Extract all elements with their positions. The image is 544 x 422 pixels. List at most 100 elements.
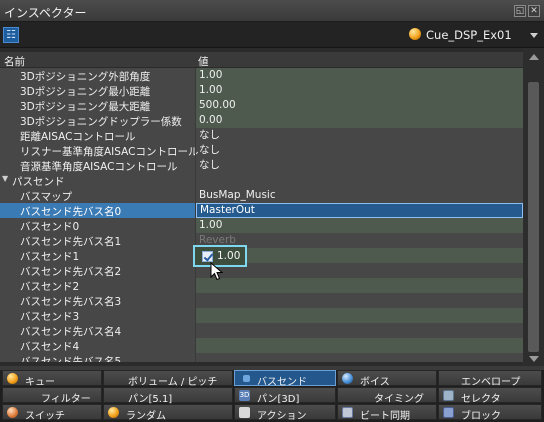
property-value[interactable]: 1.00 — [196, 68, 523, 83]
tab-cue[interactable]: キュー — [2, 370, 102, 388]
tab-beat-sync[interactable]: ビート同期 — [337, 404, 437, 422]
tab-switch[interactable]: スイッチ — [2, 404, 102, 422]
tab-pan-3d[interactable]: 3D パン[3D] — [234, 387, 336, 405]
bus-send-icon — [243, 375, 250, 382]
property-name: 3Dポジショニング最小距離 — [20, 86, 151, 98]
tab-bus-send[interactable]: バスセンド — [234, 370, 336, 388]
property-name: バスセンド先バス名3 — [20, 296, 122, 308]
property-row[interactable]: バスセンド1 — [0, 248, 523, 263]
property-name: 3Dポジショニング最大距離 — [20, 101, 151, 113]
property-grid: 3Dポジショニング外部角度 1.00 3Dポジショニング最小距離 1.00 3D… — [0, 68, 523, 362]
property-row[interactable]: バスセンド3 — [0, 308, 523, 323]
property-name: バスセンド0 — [20, 221, 80, 233]
property-value[interactable] — [196, 278, 523, 293]
scroll-down-arrow-icon[interactable] — [529, 356, 539, 362]
vertical-scrollbar[interactable] — [523, 48, 544, 366]
property-row[interactable]: 音源基準角度AISACコントロール なし — [0, 158, 523, 173]
blue-orb-icon — [342, 373, 353, 384]
property-row[interactable]: 距離AISACコントロール なし — [0, 128, 523, 143]
random-icon — [108, 407, 119, 418]
collapse-triangle-icon[interactable]: ▼ — [2, 174, 8, 183]
property-row[interactable]: バスセンド先バス名5 — [0, 353, 523, 362]
cue-orb-icon — [409, 28, 421, 40]
mouse-cursor-icon — [210, 262, 224, 281]
property-name: 3Dポジショニングドップラー係数 — [20, 116, 182, 128]
block-icon — [443, 407, 454, 418]
property-value[interactable]: 1.00 — [196, 83, 523, 98]
property-name: バスセンド1 — [20, 251, 80, 263]
property-name: バスセンド先バス名4 — [20, 326, 122, 338]
tab-selector[interactable]: セレクタ — [438, 387, 542, 405]
property-value[interactable]: 500.00 — [196, 98, 523, 113]
orange-orb-icon — [7, 373, 18, 384]
property-value[interactable] — [196, 323, 523, 338]
chevron-down-icon[interactable] — [530, 33, 538, 38]
tab-timing[interactable]: タイミング — [337, 387, 437, 405]
column-header-name[interactable]: 名前 — [4, 54, 25, 69]
property-name: バスセンド先バス名0 — [20, 206, 122, 218]
property-row[interactable]: バスセンド4 — [0, 338, 523, 353]
property-row[interactable]: バスマップ BusMap_Music — [0, 188, 523, 203]
property-name: 3Dポジショニング外部角度 — [20, 71, 151, 83]
property-value[interactable]: BusMap_Music — [196, 188, 523, 203]
property-row[interactable]: 3Dポジショニング外部角度 1.00 — [0, 68, 523, 83]
property-row[interactable]: リスナー基準角度AISACコントロール なし — [0, 143, 523, 158]
property-value[interactable] — [196, 308, 523, 323]
property-row[interactable]: 3Dポジショニングドップラー係数 0.00 — [0, 113, 523, 128]
inspector-tab-bar: キュー ボリューム / ピッチ バスセンド ボイス エンベロープ フィルター パ… — [0, 370, 544, 422]
property-name: バスセンド2 — [20, 281, 80, 293]
float-window-icon[interactable]: ◱ — [514, 5, 526, 17]
property-row[interactable]: バスセンド2 — [0, 278, 523, 293]
property-row-selected[interactable]: バスセンド先バス名0 MasterOut — [0, 203, 523, 218]
tab-random[interactable]: ランダム — [103, 404, 233, 422]
property-value[interactable]: 0.00 — [196, 113, 523, 128]
property-row[interactable]: バスセンド先バス名2 — [0, 263, 523, 278]
property-row[interactable]: バスセンド先バス名3 — [0, 293, 523, 308]
beat-sync-icon — [342, 407, 353, 418]
property-value[interactable]: なし — [196, 158, 523, 173]
property-value[interactable]: 1.00 — [196, 218, 523, 233]
tab-volume-pitch[interactable]: ボリューム / ピッチ — [103, 370, 233, 388]
category-row-bus-send[interactable]: ▼ パスセンド — [0, 173, 523, 188]
property-name: バスセンド先バス名2 — [20, 266, 122, 278]
tab-pan-5-1[interactable]: パン[5.1] — [103, 387, 233, 405]
property-name: バスセンド先バス名1 — [20, 236, 122, 248]
property-row[interactable]: バスセンド先バス名1 Reverb — [0, 233, 523, 248]
inspector-title-bar: インスペクター ◱ ✕ — [0, 0, 544, 22]
tab-filter[interactable]: フィルター — [2, 387, 102, 405]
scrollbar-thumb[interactable] — [528, 82, 539, 352]
property-row[interactable]: バスセンド0 1.00 — [0, 218, 523, 233]
scroll-up-arrow-icon[interactable] — [529, 54, 539, 60]
window-title: インスペクター — [4, 6, 87, 20]
action-icon — [239, 407, 250, 418]
tab-block[interactable]: ブロック — [438, 404, 542, 422]
property-value[interactable]: なし — [196, 128, 523, 143]
inspector-toolbar: ☷ Cue_DSP_Ex01 — [0, 22, 544, 48]
tab-action[interactable]: アクション — [234, 404, 336, 422]
pan-3d-icon: 3D — [239, 390, 250, 401]
property-value[interactable]: なし — [196, 143, 523, 158]
bus-send-1-edit-value[interactable]: 1.00 — [217, 250, 240, 262]
property-row[interactable]: 3Dポジショニング最小距離 1.00 — [0, 83, 523, 98]
property-name: バスセンド4 — [20, 341, 80, 353]
bus-send-1-checkbox[interactable] — [202, 251, 213, 262]
tab-envelope[interactable]: エンベロープ — [438, 370, 542, 388]
selector-icon — [443, 390, 454, 401]
property-value[interactable]: MasterOut — [196, 203, 523, 218]
property-row[interactable]: バスセンド先バス名4 — [0, 323, 523, 338]
category-label: パスセンド — [12, 176, 65, 188]
property-name: バスセンド先バス名5 — [20, 356, 122, 362]
close-icon[interactable]: ✕ — [528, 5, 540, 17]
property-row[interactable]: 3Dポジショニング最大距離 500.00 — [0, 98, 523, 113]
property-name: バスマップ — [20, 191, 73, 203]
property-value[interactable] — [196, 338, 523, 353]
property-value[interactable] — [196, 353, 523, 362]
tab-voice[interactable]: ボイス — [337, 370, 437, 388]
list-view-button[interactable]: ☷ — [3, 27, 19, 43]
property-grid-header: 名前 値 — [0, 52, 523, 68]
property-value[interactable] — [196, 293, 523, 308]
property-name: バスセンド3 — [20, 311, 80, 323]
column-header-value[interactable]: 値 — [198, 54, 209, 69]
column-divider[interactable] — [195, 68, 196, 362]
cue-name: Cue_DSP_Ex01 — [426, 28, 512, 42]
